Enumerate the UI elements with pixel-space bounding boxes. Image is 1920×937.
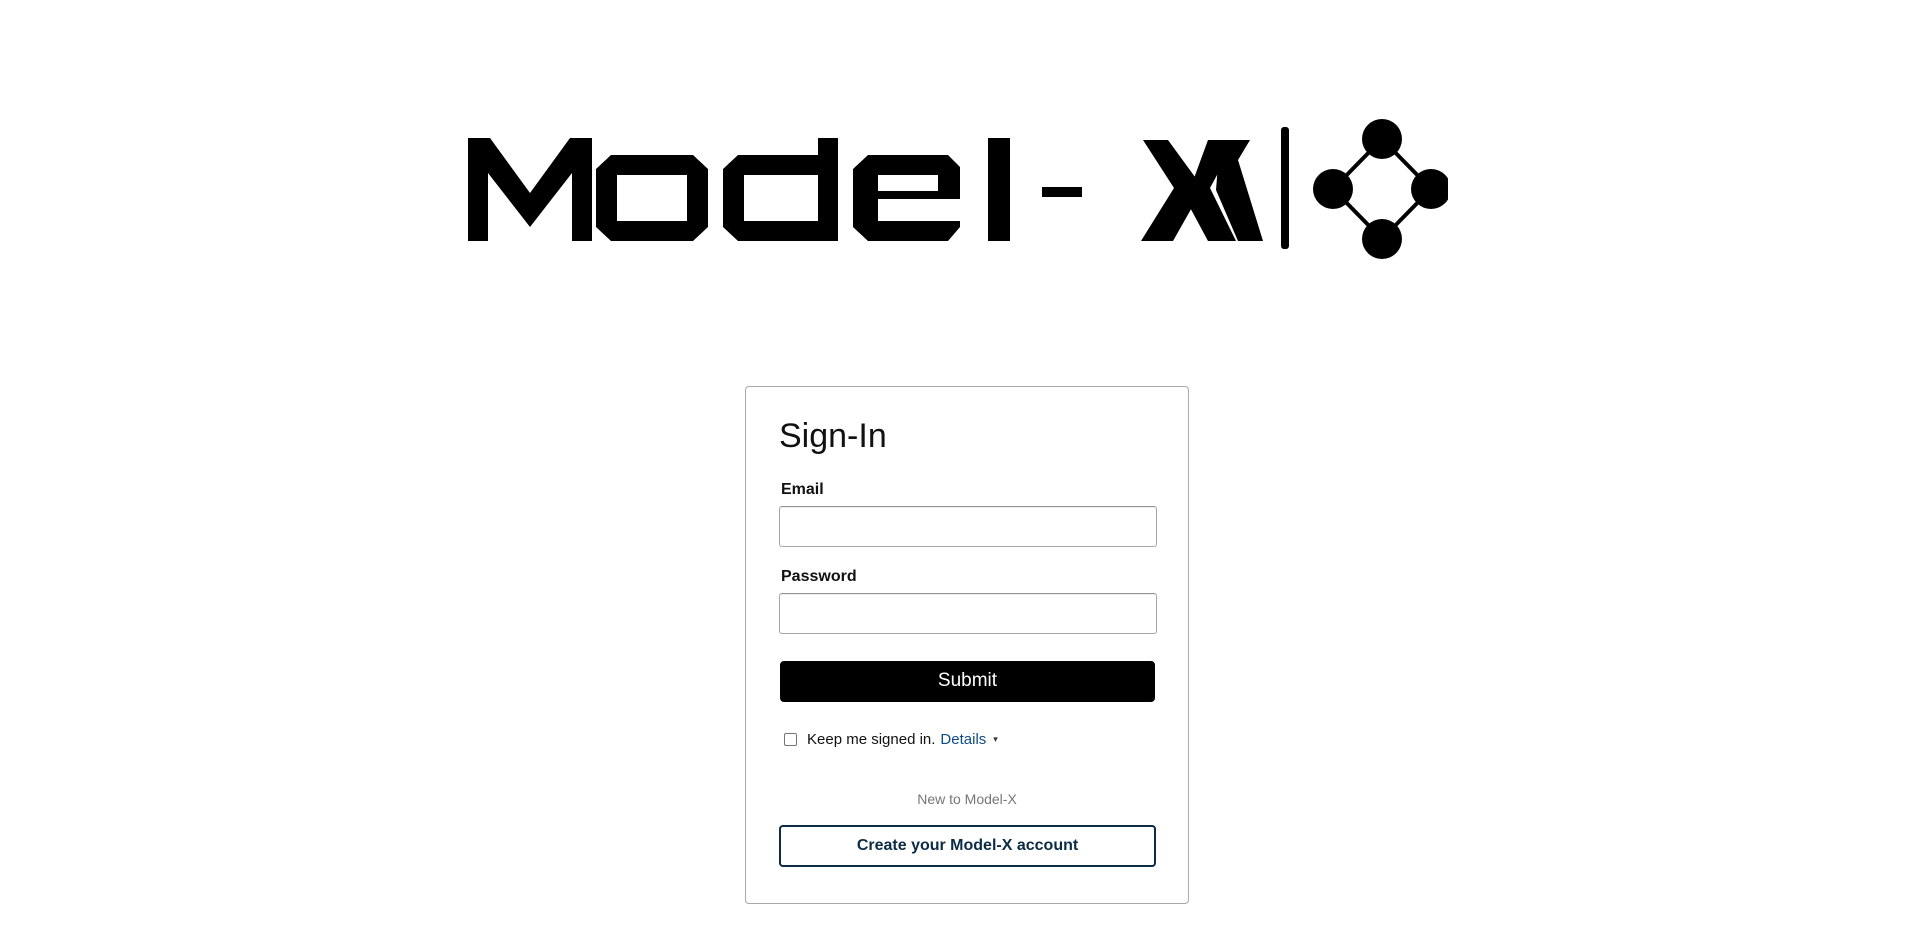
keep-signed-in-checkbox[interactable] <box>784 732 797 746</box>
new-account-prompt: New to Model-X <box>917 791 1017 807</box>
submit-button[interactable]: Submit <box>780 661 1155 702</box>
email-label: Email <box>781 481 824 498</box>
password-label: Password <box>781 568 857 585</box>
sign-in-card: Sign-In Email Password Submit Keep me si… <box>745 386 1189 904</box>
details-link[interactable]: Details <box>940 731 986 748</box>
password-field[interactable] <box>779 593 1157 634</box>
caret-down-icon[interactable]: ▾ <box>993 734 998 745</box>
sign-in-page: Sign-In Email Password Submit Keep me si… <box>0 0 1920 937</box>
model-x-logo <box>468 119 1448 259</box>
create-account-button[interactable]: Create your Model-X account <box>779 825 1156 867</box>
keep-signed-in-label[interactable]: Keep me signed in. <box>807 731 935 748</box>
email-field[interactable] <box>779 506 1157 547</box>
sign-in-title: Sign-In <box>779 417 887 455</box>
keep-signed-in-row: Keep me signed in. Details ▾ <box>784 729 998 749</box>
